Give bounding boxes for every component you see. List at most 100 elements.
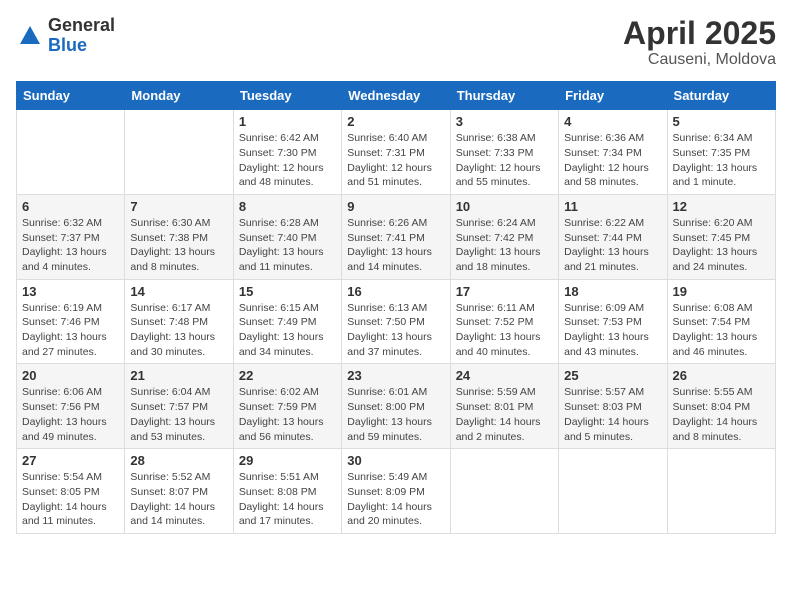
day-info: Sunrise: 6:24 AMSunset: 7:42 PMDaylight:… <box>456 216 553 275</box>
location-title: Causeni, Moldova <box>623 51 776 69</box>
header-monday: Monday <box>125 82 233 110</box>
day-number: 9 <box>347 199 444 214</box>
day-number: 30 <box>347 453 444 468</box>
day-number: 19 <box>673 284 770 299</box>
logo: General Blue <box>16 16 115 56</box>
calendar-cell: 23 Sunrise: 6:01 AMSunset: 8:00 PMDaylig… <box>342 364 450 449</box>
month-title: April 2025 <box>623 16 776 51</box>
day-info: Sunrise: 6:13 AMSunset: 7:50 PMDaylight:… <box>347 301 444 360</box>
calendar-cell: 10 Sunrise: 6:24 AMSunset: 7:42 PMDaylig… <box>450 194 558 279</box>
calendar-cell: 29 Sunrise: 5:51 AMSunset: 8:08 PMDaylig… <box>233 449 341 534</box>
header-sunday: Sunday <box>17 82 125 110</box>
day-info: Sunrise: 6:26 AMSunset: 7:41 PMDaylight:… <box>347 216 444 275</box>
day-info: Sunrise: 6:32 AMSunset: 7:37 PMDaylight:… <box>22 216 119 275</box>
calendar-cell: 3 Sunrise: 6:38 AMSunset: 7:33 PMDayligh… <box>450 110 558 195</box>
calendar-cell <box>667 449 775 534</box>
calendar-cell: 22 Sunrise: 6:02 AMSunset: 7:59 PMDaylig… <box>233 364 341 449</box>
day-info: Sunrise: 6:02 AMSunset: 7:59 PMDaylight:… <box>239 385 336 444</box>
day-info: Sunrise: 6:09 AMSunset: 7:53 PMDaylight:… <box>564 301 661 360</box>
calendar-cell: 1 Sunrise: 6:42 AMSunset: 7:30 PMDayligh… <box>233 110 341 195</box>
calendar-cell: 30 Sunrise: 5:49 AMSunset: 8:09 PMDaylig… <box>342 449 450 534</box>
day-info: Sunrise: 5:54 AMSunset: 8:05 PMDaylight:… <box>22 470 119 529</box>
day-info: Sunrise: 6:01 AMSunset: 8:00 PMDaylight:… <box>347 385 444 444</box>
calendar-cell <box>17 110 125 195</box>
page-header: General Blue April 2025 Causeni, Moldova <box>16 16 776 69</box>
day-info: Sunrise: 5:49 AMSunset: 8:09 PMDaylight:… <box>347 470 444 529</box>
day-number: 26 <box>673 368 770 383</box>
calendar-cell: 26 Sunrise: 5:55 AMSunset: 8:04 PMDaylig… <box>667 364 775 449</box>
calendar-cell: 20 Sunrise: 6:06 AMSunset: 7:56 PMDaylig… <box>17 364 125 449</box>
day-number: 21 <box>130 368 227 383</box>
day-number: 22 <box>239 368 336 383</box>
calendar-cell: 13 Sunrise: 6:19 AMSunset: 7:46 PMDaylig… <box>17 279 125 364</box>
calendar-cell <box>450 449 558 534</box>
calendar-cell: 6 Sunrise: 6:32 AMSunset: 7:37 PMDayligh… <box>17 194 125 279</box>
day-number: 12 <box>673 199 770 214</box>
day-info: Sunrise: 6:11 AMSunset: 7:52 PMDaylight:… <box>456 301 553 360</box>
calendar-cell <box>125 110 233 195</box>
day-number: 5 <box>673 114 770 129</box>
day-number: 4 <box>564 114 661 129</box>
day-number: 23 <box>347 368 444 383</box>
day-info: Sunrise: 6:34 AMSunset: 7:35 PMDaylight:… <box>673 131 770 190</box>
calendar-cell: 18 Sunrise: 6:09 AMSunset: 7:53 PMDaylig… <box>559 279 667 364</box>
calendar-cell <box>559 449 667 534</box>
day-number: 18 <box>564 284 661 299</box>
day-info: Sunrise: 6:08 AMSunset: 7:54 PMDaylight:… <box>673 301 770 360</box>
day-number: 27 <box>22 453 119 468</box>
day-info: Sunrise: 6:40 AMSunset: 7:31 PMDaylight:… <box>347 131 444 190</box>
calendar-cell: 4 Sunrise: 6:36 AMSunset: 7:34 PMDayligh… <box>559 110 667 195</box>
day-number: 6 <box>22 199 119 214</box>
day-number: 1 <box>239 114 336 129</box>
calendar-cell: 17 Sunrise: 6:11 AMSunset: 7:52 PMDaylig… <box>450 279 558 364</box>
calendar-week-4: 20 Sunrise: 6:06 AMSunset: 7:56 PMDaylig… <box>17 364 776 449</box>
day-number: 14 <box>130 284 227 299</box>
title-area: April 2025 Causeni, Moldova <box>623 16 776 69</box>
day-number: 16 <box>347 284 444 299</box>
calendar-cell: 8 Sunrise: 6:28 AMSunset: 7:40 PMDayligh… <box>233 194 341 279</box>
calendar-cell: 12 Sunrise: 6:20 AMSunset: 7:45 PMDaylig… <box>667 194 775 279</box>
header-row: Sunday Monday Tuesday Wednesday Thursday… <box>17 82 776 110</box>
day-number: 10 <box>456 199 553 214</box>
day-info: Sunrise: 5:51 AMSunset: 8:08 PMDaylight:… <box>239 470 336 529</box>
calendar-cell: 9 Sunrise: 6:26 AMSunset: 7:41 PMDayligh… <box>342 194 450 279</box>
calendar-cell: 2 Sunrise: 6:40 AMSunset: 7:31 PMDayligh… <box>342 110 450 195</box>
day-info: Sunrise: 5:52 AMSunset: 8:07 PMDaylight:… <box>130 470 227 529</box>
day-number: 15 <box>239 284 336 299</box>
calendar-cell: 28 Sunrise: 5:52 AMSunset: 8:07 PMDaylig… <box>125 449 233 534</box>
day-info: Sunrise: 6:15 AMSunset: 7:49 PMDaylight:… <box>239 301 336 360</box>
calendar-cell: 5 Sunrise: 6:34 AMSunset: 7:35 PMDayligh… <box>667 110 775 195</box>
day-info: Sunrise: 6:42 AMSunset: 7:30 PMDaylight:… <box>239 131 336 190</box>
header-tuesday: Tuesday <box>233 82 341 110</box>
calendar-cell: 14 Sunrise: 6:17 AMSunset: 7:48 PMDaylig… <box>125 279 233 364</box>
day-number: 20 <box>22 368 119 383</box>
day-number: 24 <box>456 368 553 383</box>
day-info: Sunrise: 6:36 AMSunset: 7:34 PMDaylight:… <box>564 131 661 190</box>
day-number: 7 <box>130 199 227 214</box>
header-thursday: Thursday <box>450 82 558 110</box>
calendar-week-1: 1 Sunrise: 6:42 AMSunset: 7:30 PMDayligh… <box>17 110 776 195</box>
calendar-cell: 16 Sunrise: 6:13 AMSunset: 7:50 PMDaylig… <box>342 279 450 364</box>
calendar-cell: 27 Sunrise: 5:54 AMSunset: 8:05 PMDaylig… <box>17 449 125 534</box>
day-number: 2 <box>347 114 444 129</box>
calendar-cell: 21 Sunrise: 6:04 AMSunset: 7:57 PMDaylig… <box>125 364 233 449</box>
logo-icon <box>16 22 44 50</box>
day-info: Sunrise: 6:22 AMSunset: 7:44 PMDaylight:… <box>564 216 661 275</box>
calendar-cell: 19 Sunrise: 6:08 AMSunset: 7:54 PMDaylig… <box>667 279 775 364</box>
day-number: 11 <box>564 199 661 214</box>
calendar-cell: 11 Sunrise: 6:22 AMSunset: 7:44 PMDaylig… <box>559 194 667 279</box>
day-info: Sunrise: 6:20 AMSunset: 7:45 PMDaylight:… <box>673 216 770 275</box>
day-info: Sunrise: 6:06 AMSunset: 7:56 PMDaylight:… <box>22 385 119 444</box>
header-wednesday: Wednesday <box>342 82 450 110</box>
day-info: Sunrise: 6:19 AMSunset: 7:46 PMDaylight:… <box>22 301 119 360</box>
day-info: Sunrise: 5:59 AMSunset: 8:01 PMDaylight:… <box>456 385 553 444</box>
calendar-cell: 15 Sunrise: 6:15 AMSunset: 7:49 PMDaylig… <box>233 279 341 364</box>
day-number: 28 <box>130 453 227 468</box>
header-saturday: Saturday <box>667 82 775 110</box>
logo-blue: Blue <box>48 35 87 55</box>
day-info: Sunrise: 6:17 AMSunset: 7:48 PMDaylight:… <box>130 301 227 360</box>
calendar-cell: 25 Sunrise: 5:57 AMSunset: 8:03 PMDaylig… <box>559 364 667 449</box>
calendar-week-3: 13 Sunrise: 6:19 AMSunset: 7:46 PMDaylig… <box>17 279 776 364</box>
day-number: 25 <box>564 368 661 383</box>
day-number: 17 <box>456 284 553 299</box>
